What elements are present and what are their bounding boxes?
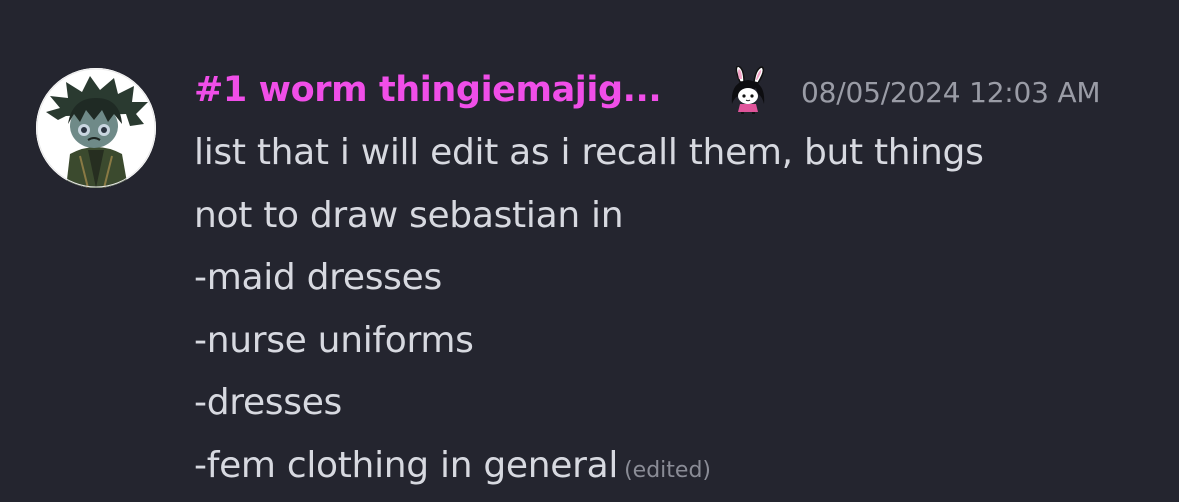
message-line: list that i will edit as i recall them, … bbox=[194, 122, 1154, 185]
chat-message: #1 worm thingiemajig... 08 bbox=[0, 0, 1179, 489]
message-line: not to draw sebastian in bbox=[194, 185, 1154, 248]
message-header: #1 worm thingiemajig... 08 bbox=[194, 64, 1154, 120]
message-timestamp[interactable]: 08/05/2024 12:03 AM bbox=[801, 76, 1100, 109]
user-avatar[interactable] bbox=[36, 68, 156, 188]
edited-indicator: (edited) bbox=[624, 458, 711, 483]
avatar-icon bbox=[36, 68, 156, 188]
message-content: list that i will edit as i recall them, … bbox=[194, 122, 1154, 502]
message-line: -dresses bbox=[194, 372, 1154, 435]
message-line-text: -fem clothing in general bbox=[194, 445, 618, 486]
bunny-eared-girl-icon[interactable] bbox=[726, 66, 770, 114]
message-line: -maid dresses bbox=[194, 247, 1154, 310]
message-line: -nurse uniforms bbox=[194, 310, 1154, 373]
author-username[interactable]: #1 worm thingiemajig... bbox=[194, 70, 661, 110]
message-line-last: -fem clothing in general(edited) bbox=[194, 435, 1154, 502]
